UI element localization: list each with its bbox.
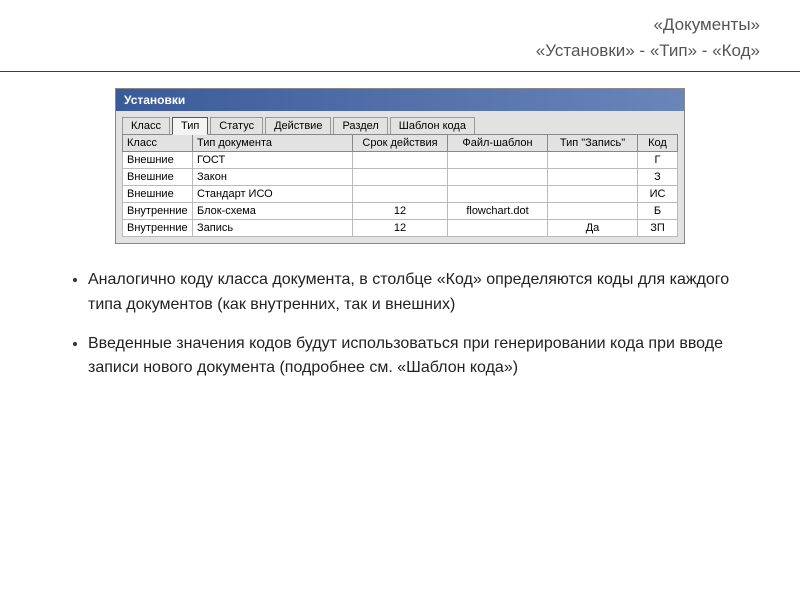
bullet-item: Аналогично коду класса документа, в стол… <box>88 268 740 318</box>
cell-kod[interactable]: Г <box>638 152 678 169</box>
cell-tipz[interactable]: Да <box>548 220 638 237</box>
col-kod[interactable]: Код <box>638 135 678 152</box>
cell-tipz[interactable] <box>548 152 638 169</box>
cell-file[interactable]: flowchart.dot <box>448 203 548 220</box>
cell-kod[interactable]: ЗП <box>638 220 678 237</box>
table-row[interactable]: ВнутренниеЗапись12 ДаЗП <box>123 220 678 237</box>
table-row[interactable]: ВнешниеГОСТ Г <box>123 152 678 169</box>
col-srok[interactable]: Срок действия <box>353 135 448 152</box>
table-row[interactable]: ВнутренниеБлок-схема12flowchart.dot Б <box>123 203 678 220</box>
cell-class[interactable]: Внешние <box>123 186 193 203</box>
cell-doctype[interactable]: Закон <box>193 169 353 186</box>
tab-strip: КлассТипСтатусДействиеРазделШаблон кода <box>116 111 684 134</box>
col-tipz[interactable]: Тип "Запись" <box>548 135 638 152</box>
tab-Действие[interactable]: Действие <box>265 117 331 134</box>
table-row[interactable]: ВнешниеСтандарт ИСО ИС <box>123 186 678 203</box>
header-line2: «Установки» - «Тип» - «Код» <box>40 38 760 64</box>
cell-file[interactable] <box>448 169 548 186</box>
tab-Класс[interactable]: Класс <box>122 117 170 134</box>
cell-kod[interactable]: З <box>638 169 678 186</box>
col-class[interactable]: Класс <box>123 135 193 152</box>
cell-srok[interactable]: 12 <box>353 220 448 237</box>
cell-class[interactable]: Внешние <box>123 169 193 186</box>
table-row[interactable]: ВнешниеЗакон З <box>123 169 678 186</box>
cell-doctype[interactable]: Стандарт ИСО <box>193 186 353 203</box>
cell-class[interactable]: Внутренние <box>123 203 193 220</box>
tab-Тип[interactable]: Тип <box>172 117 208 135</box>
tab-Шаблон кода[interactable]: Шаблон кода <box>390 117 475 134</box>
cell-srok[interactable] <box>353 169 448 186</box>
cell-file[interactable] <box>448 152 548 169</box>
bullet-section: Аналогично коду класса документа, в стол… <box>0 244 800 381</box>
window-titlebar: Установки <box>116 89 684 111</box>
page-header: «Документы» «Установки» - «Тип» - «Код» <box>0 0 800 71</box>
divider <box>0 71 800 72</box>
cell-doctype[interactable]: ГОСТ <box>193 152 353 169</box>
cell-doctype[interactable]: Запись <box>193 220 353 237</box>
bullet-list: Аналогично коду класса документа, в стол… <box>60 268 740 381</box>
cell-srok[interactable] <box>353 152 448 169</box>
cell-kod[interactable]: ИС <box>638 186 678 203</box>
cell-tipz[interactable] <box>548 203 638 220</box>
cell-class[interactable]: Внешние <box>123 152 193 169</box>
cell-tipz[interactable] <box>548 169 638 186</box>
cell-doctype[interactable]: Блок-схема <box>193 203 353 220</box>
bullet-item: Введенные значения кодов будут использов… <box>88 332 740 382</box>
cell-kod[interactable]: Б <box>638 203 678 220</box>
types-table[interactable]: Класс Тип документа Срок действия Файл-ш… <box>122 134 678 237</box>
settings-window: Установки КлассТипСтатусДействиеРазделШа… <box>115 88 685 244</box>
cell-srok[interactable] <box>353 186 448 203</box>
col-file[interactable]: Файл-шаблон <box>448 135 548 152</box>
cell-file[interactable] <box>448 220 548 237</box>
cell-tipz[interactable] <box>548 186 638 203</box>
tab-Статус[interactable]: Статус <box>210 117 263 134</box>
cell-srok[interactable]: 12 <box>353 203 448 220</box>
grid-container: Класс Тип документа Срок действия Файл-ш… <box>116 134 684 243</box>
table-header-row: Класс Тип документа Срок действия Файл-ш… <box>123 135 678 152</box>
col-doctype[interactable]: Тип документа <box>193 135 353 152</box>
tab-Раздел[interactable]: Раздел <box>333 117 387 134</box>
cell-class[interactable]: Внутренние <box>123 220 193 237</box>
cell-file[interactable] <box>448 186 548 203</box>
header-line1: «Документы» <box>40 12 760 38</box>
